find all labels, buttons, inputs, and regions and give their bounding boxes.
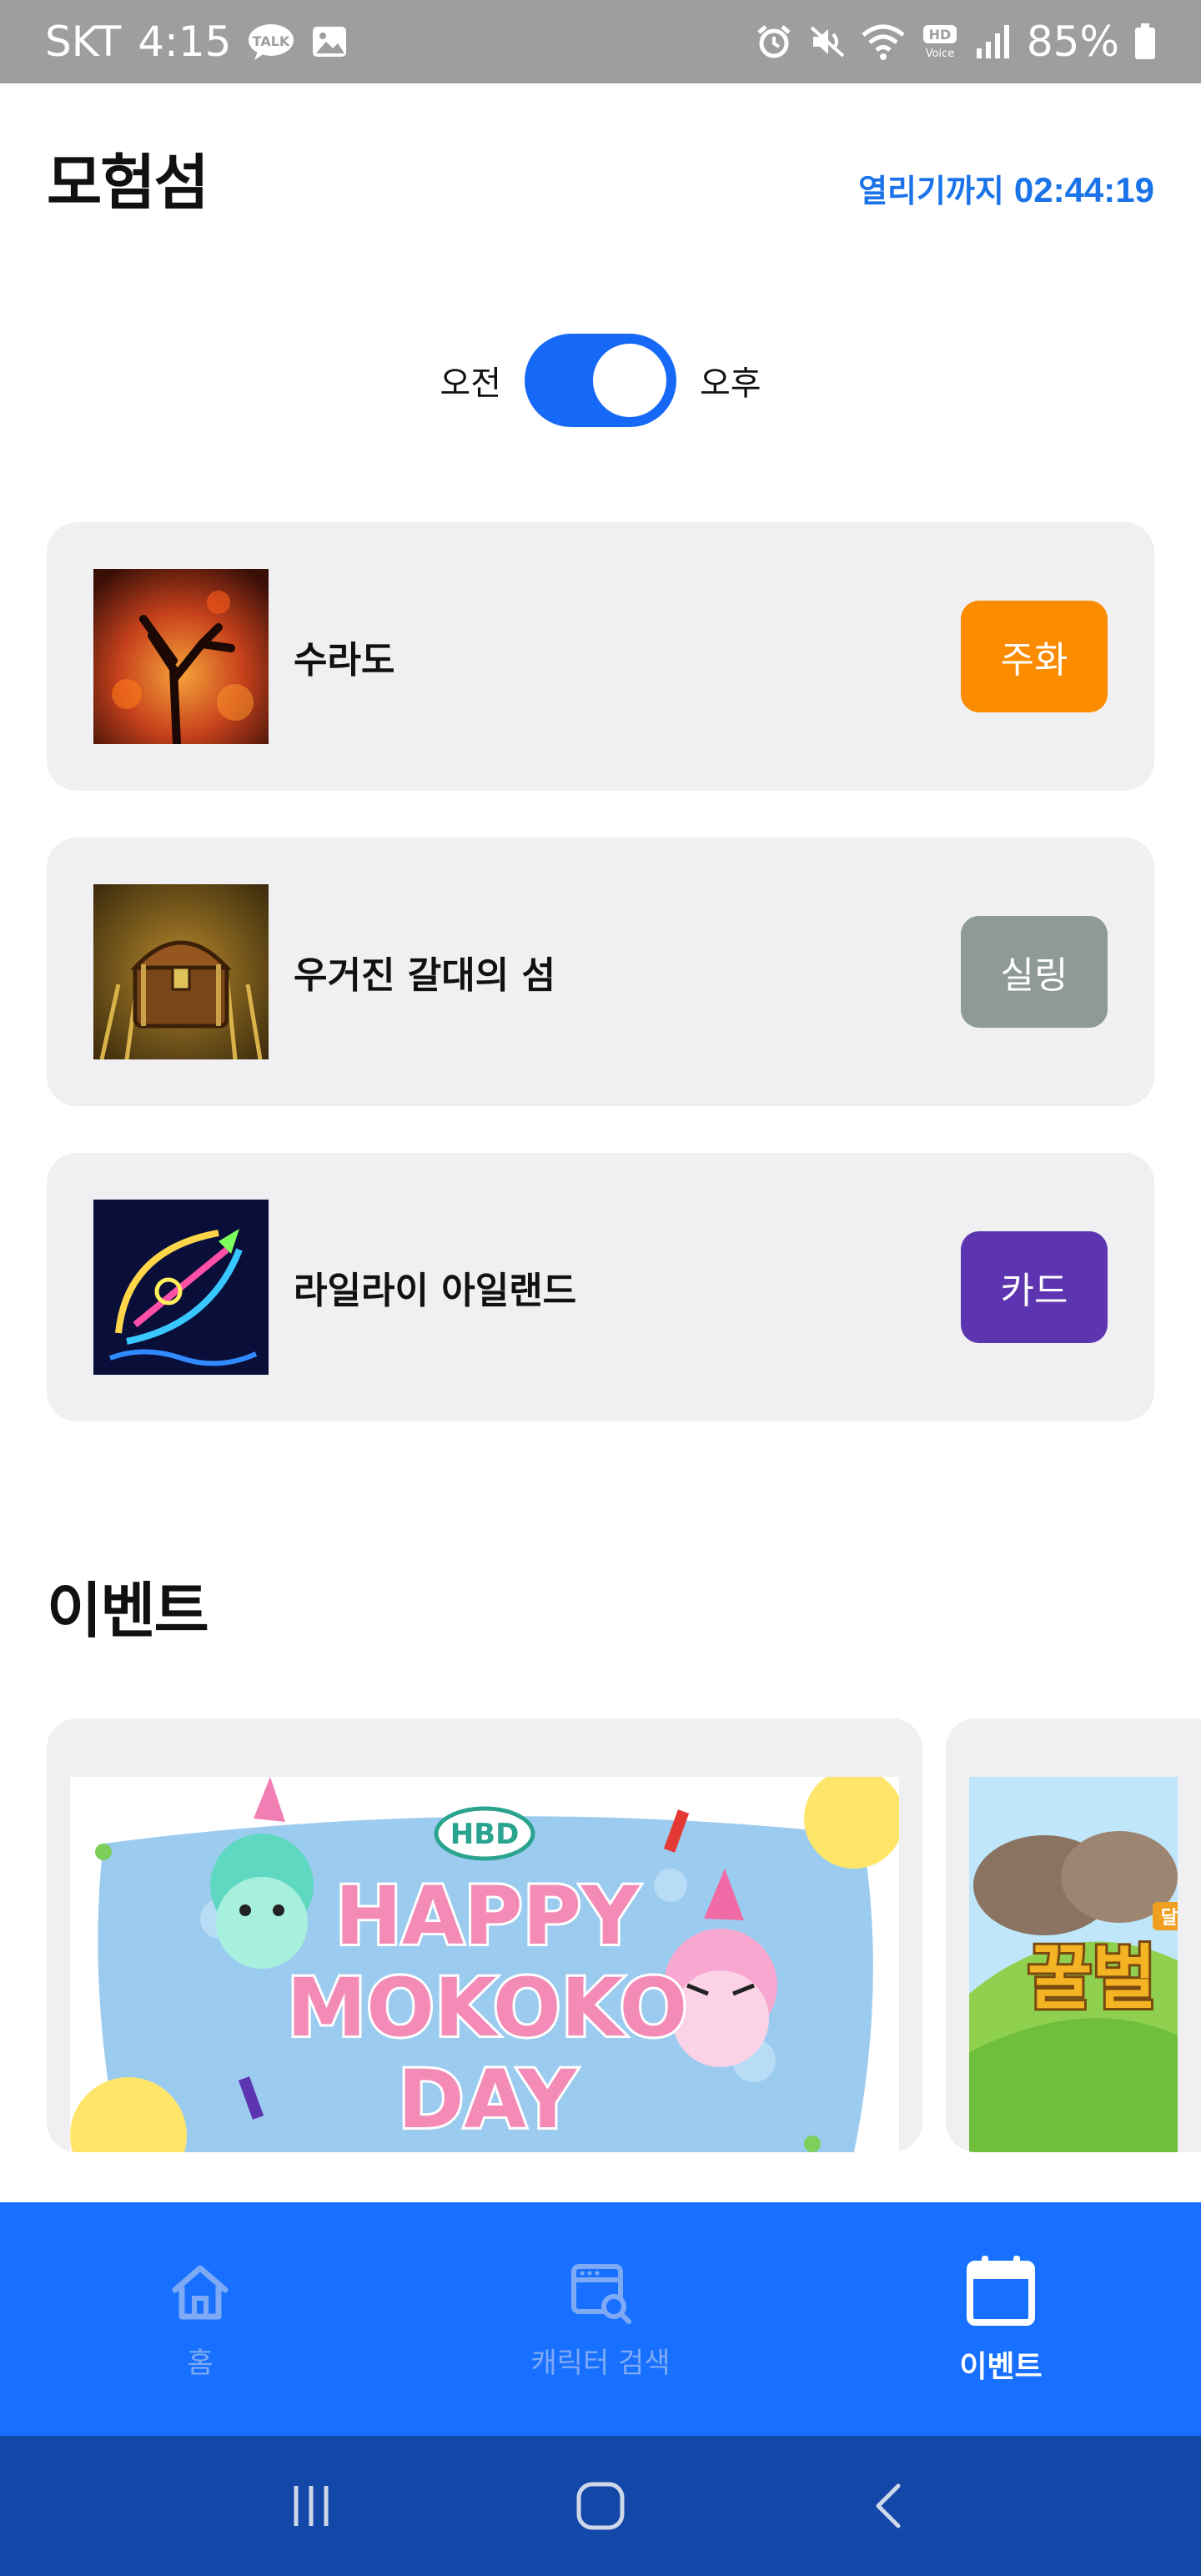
events-section-title: 이벤트 [47,1576,209,1646]
mute-icon [808,23,847,61]
am-pm-toggle-row: 오전 오후 [0,334,1201,427]
home-icon [172,2265,229,2319]
event-banner: HBD HAPPY MOKOKO DAY [70,1777,899,2152]
banner-line-2: MOKOKO [287,1961,688,2055]
gallery-icon [311,23,348,60]
character-search-icon [571,2263,631,2324]
hbd-badge-text: HBD [450,1818,520,1851]
signal-icon [975,23,1012,60]
reward-badge: 주화 [961,601,1108,712]
banner-line-3: DAY [398,2053,578,2146]
system-navigation-bar [0,2436,1201,2576]
event-card[interactable]: HBD HAPPY MOKOKO DAY [47,1718,922,2152]
switch-knob [593,344,666,417]
calendar-icon [967,2256,1035,2326]
battery-percent: 85% [1026,18,1119,66]
am-pm-switch[interactable] [525,334,676,427]
nav-item-character-search[interactable]: 캐릭터 검색 [400,2202,801,2436]
island-name: 라일라이 아일랜드 [294,1270,577,1312]
nav-label: 홈 [187,2346,214,2380]
home-square-icon [576,2482,625,2530]
bottom-navigation: 홈 캐릭터 검색 이벤트 [0,2202,1201,2436]
island-name: 수라도 [294,639,395,682]
banner-line-1: HAPPY [335,1869,641,1963]
countdown-label: 열리기까지 [858,173,1004,209]
island-card[interactable]: 수라도 주화 [47,522,1154,791]
app-screen: SKT 4:15 TALK HD Voice 85% 모험섬 열리기까지 02:… [0,0,1201,2576]
island-card[interactable]: 우거진 갈대의 섬 실링 [47,838,1154,1106]
nav-item-events[interactable]: 이벤트 [801,2202,1201,2436]
kakaotalk-icon: TALK [248,23,294,60]
am-label: 오전 [440,365,501,403]
wifi-icon [862,23,905,60]
treasure-chest-icon [93,884,269,1059]
nav-item-home[interactable]: 홈 [0,2202,400,2436]
countdown-time: 02:44:19 [1013,170,1154,209]
carrier: SKT [45,18,122,66]
status-bar: SKT 4:15 TALK HD Voice 85% [0,0,1201,83]
nav-label: 이벤트 [959,2350,1043,2384]
recent-apps-button[interactable] [261,2456,361,2556]
open-countdown: 열리기까지 02:44:19 [858,165,1154,211]
event-card[interactable]: 달 꿀벌 [946,1718,1201,2152]
talk-badge-text: TALK [253,33,290,49]
event-title-text: 꿀벌 [1028,1937,1157,2019]
event-banner: 달 꿀벌 [969,1777,1178,2152]
reward-badge: 카드 [961,1231,1108,1343]
back-chevron-icon [876,2483,901,2528]
island-card[interactable]: 라일라이 아일랜드 카드 [47,1153,1154,1421]
page-title: 모험섬 [47,148,209,218]
alarm-icon [755,23,793,61]
voice-text: Voice [926,48,955,60]
burning-tree-icon [93,569,269,744]
hd-voice-icon: HD Voice [920,23,960,60]
nav-label: 캐릭터 검색 [530,2346,671,2380]
back-button[interactable] [840,2456,940,2556]
battery-icon [1134,23,1156,60]
island-name: 우거진 갈대의 섬 [294,954,555,997]
neon-bow-icon [93,1200,269,1375]
pm-label: 오후 [700,365,761,403]
reward-badge: 실링 [961,916,1108,1028]
hd-text: HD [929,27,952,43]
recent-apps-icon [294,2486,329,2526]
home-button[interactable] [550,2456,651,2556]
clock: 4:15 [138,18,232,66]
event-badge-text: 달 [1161,1908,1178,1929]
